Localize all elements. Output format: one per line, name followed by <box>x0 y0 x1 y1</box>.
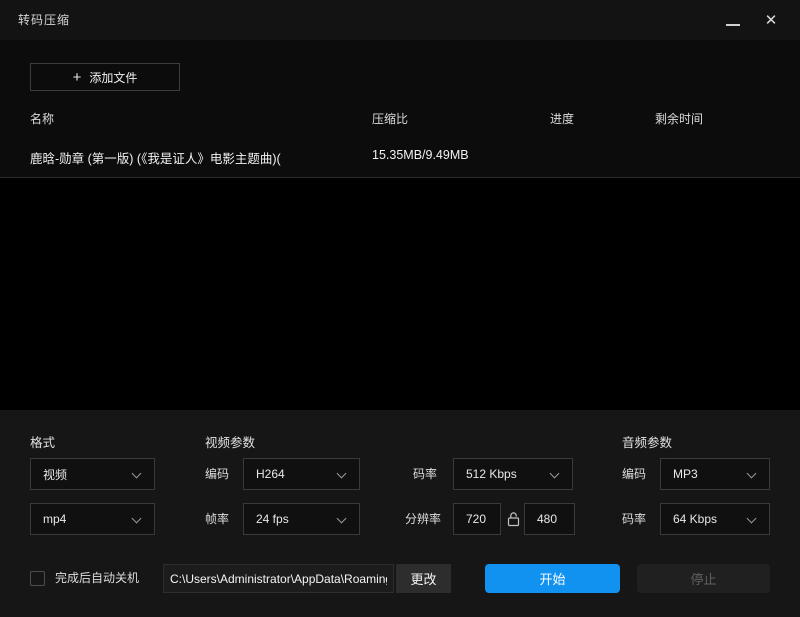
framerate-label: 帧率 <box>205 512 230 526</box>
format-type-dropdown[interactable]: 视频 <box>30 458 155 490</box>
video-codec-label: 编码 <box>205 467 230 481</box>
output-path-input[interactable] <box>163 564 394 593</box>
resolution-label: 分辨率 <box>405 512 442 526</box>
video-bitrate-dropdown[interactable]: 512 Kbps <box>453 458 573 490</box>
settings-panel: 格式 视频参数 音频参数 视频 编码 H264 码率 512 Kbps 编码 M… <box>0 410 800 617</box>
file-name: 鹿晗-勋章 (第一版) (《我是证人》电影主题曲)( <box>30 152 281 166</box>
resolution-height-input[interactable] <box>524 503 575 535</box>
container-format-value: mp4 <box>43 512 67 526</box>
file-list-empty-area <box>0 178 800 410</box>
close-icon: ✕ <box>764 12 778 29</box>
section-label-format: 格式 <box>30 436 56 450</box>
section-label-audio-params: 音频参数 <box>622 436 673 450</box>
audio-codec-label: 编码 <box>622 467 647 481</box>
audio-bitrate-label: 码率 <box>622 512 647 526</box>
minimize-button[interactable] <box>720 8 746 32</box>
column-header-remaining: 剩余时间 <box>655 112 704 126</box>
add-file-label: 添加文件 <box>89 70 138 85</box>
add-file-button[interactable]: + 添加文件 <box>30 63 180 91</box>
plus-icon: + <box>72 68 82 86</box>
titlebar: 转码压缩 ✕ <box>0 0 800 40</box>
chevron-down-icon <box>549 468 560 479</box>
audio-codec-value: MP3 <box>673 467 698 481</box>
framerate-value: 24 fps <box>256 512 289 526</box>
format-type-value: 视频 <box>43 467 68 482</box>
start-button[interactable]: 开始 <box>485 564 620 593</box>
chevron-down-icon <box>336 513 347 524</box>
stop-button: 停止 <box>637 564 770 593</box>
video-bitrate-label: 码率 <box>413 467 438 481</box>
video-bitrate-value: 512 Kbps <box>466 467 517 481</box>
section-label-video-params: 视频参数 <box>205 436 256 450</box>
file-compression-ratio: 15.35MB/9.49MB <box>372 148 469 162</box>
shutdown-checkbox[interactable] <box>30 571 45 586</box>
chevron-down-icon <box>746 513 757 524</box>
framerate-dropdown[interactable]: 24 fps <box>243 503 360 535</box>
shutdown-label: 完成后自动关机 <box>55 571 140 585</box>
video-codec-value: H264 <box>256 467 285 481</box>
column-header-name: 名称 <box>30 112 55 126</box>
audio-bitrate-dropdown[interactable]: 64 Kbps <box>660 503 770 535</box>
resolution-width-input[interactable] <box>453 503 501 535</box>
window-title: 转码压缩 <box>18 13 71 27</box>
transcode-window: 转码压缩 ✕ + 添加文件 名称 压缩比 进度 剩余时间 鹿晗-勋章 (第一版)… <box>0 0 800 617</box>
audio-codec-dropdown[interactable]: MP3 <box>660 458 770 490</box>
close-button[interactable]: ✕ <box>758 8 784 32</box>
container-format-dropdown[interactable]: mp4 <box>30 503 155 535</box>
change-path-button[interactable]: 更改 <box>396 564 451 593</box>
chevron-down-icon <box>336 468 347 479</box>
chevron-down-icon <box>746 468 757 479</box>
chevron-down-icon <box>131 513 142 524</box>
column-header-progress: 进度 <box>550 112 575 126</box>
chevron-down-icon <box>131 468 142 479</box>
file-list-header-area: + 添加文件 名称 压缩比 进度 剩余时间 鹿晗-勋章 (第一版) (《我是证人… <box>0 40 800 178</box>
audio-bitrate-value: 64 Kbps <box>673 512 718 526</box>
column-header-ratio: 压缩比 <box>372 112 409 126</box>
video-codec-dropdown[interactable]: H264 <box>243 458 360 490</box>
lock-aspect-icon[interactable] <box>506 511 522 527</box>
minimize-icon <box>726 24 740 26</box>
